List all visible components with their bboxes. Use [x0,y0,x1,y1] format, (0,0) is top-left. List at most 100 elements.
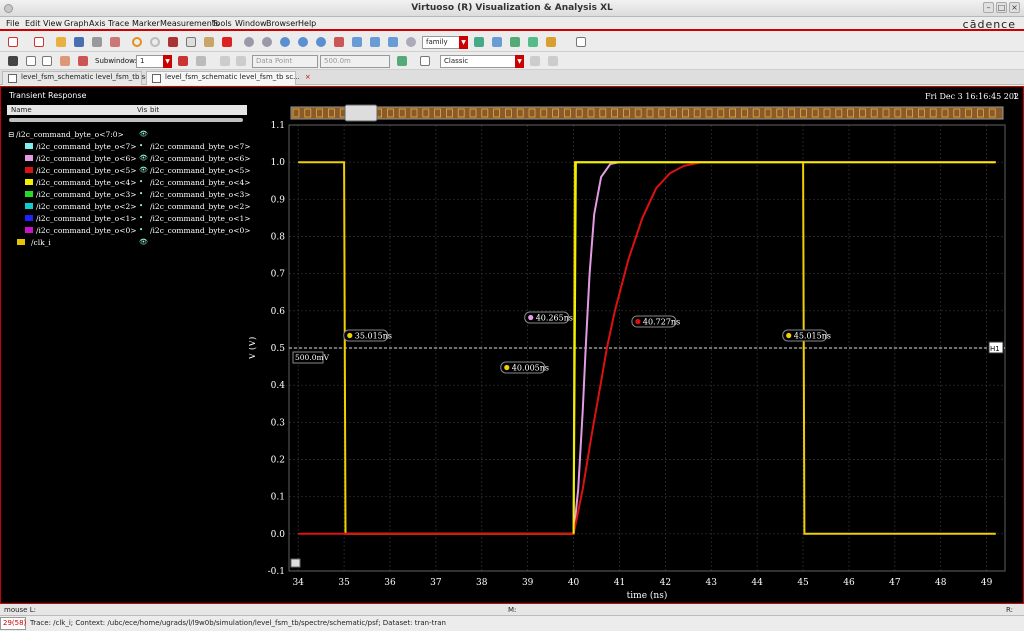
signal-row[interactable]: /i2c_command_byte_o<2> •/i2c_command_byte… [5,201,251,213]
subwindow-combo[interactable]: 1 ▼ [136,55,172,68]
family-combo[interactable]: family ▼ [422,36,468,49]
clk-name: /clk_i [31,238,51,247]
zoom-x-icon[interactable] [332,35,346,49]
copy-icon[interactable] [184,35,198,49]
save-icon[interactable] [72,35,86,49]
record-icon[interactable] [242,35,256,49]
menu-axis[interactable]: Axis [89,19,106,28]
pan-icon[interactable] [386,35,400,49]
datapoint-combo[interactable]: Data Point [252,55,318,68]
value-combo[interactable]: 500.0m [320,55,390,68]
clk-row[interactable]: /clk_i 👁 [5,237,247,249]
chevron-down-icon[interactable]: ▼ [515,55,524,68]
eye-icon[interactable]: 👁 [139,166,148,174]
style-combo[interactable]: Classic ▼ [440,55,524,68]
zoom-in-icon[interactable] [278,35,292,49]
tab-schematic-1[interactable]: level_fsm_schematic level_fsm_tb sc... [2,71,156,85]
eye-icon[interactable]: 👁 [139,238,148,246]
browser-scrollbar[interactable] [9,118,243,122]
menu-file[interactable]: File [6,19,19,28]
nav-left-icon[interactable] [218,54,232,68]
scroll-start-button[interactable] [290,558,301,568]
chevron-down-icon[interactable]: ▼ [459,36,468,49]
close-tab-icon[interactable]: × [305,73,311,81]
signal-row[interactable]: /i2c_command_byte_o<6> 👁/i2c_command_byte… [5,153,251,165]
chart-icon[interactable] [526,35,540,49]
eye-icon[interactable]: • [139,202,143,210]
layout2-icon[interactable] [76,54,90,68]
paste-icon[interactable] [202,35,216,49]
zoom-y-icon[interactable] [368,35,382,49]
eye-icon[interactable]: 👁 [139,130,148,138]
col-name[interactable]: Name [11,106,32,114]
menu-browser[interactable]: Browser [266,19,298,28]
eye-icon[interactable]: • [139,178,143,186]
eye-icon[interactable]: • [139,214,143,222]
copy-style-icon[interactable] [528,54,542,68]
print-preview-icon[interactable] [108,35,122,49]
x-tick-label: 48 [935,578,947,588]
overview-handle[interactable] [344,104,378,122]
col-bit[interactable]: bit [150,106,159,114]
zoom-out-icon[interactable] [296,35,310,49]
eye-icon[interactable]: 👁 [139,154,148,162]
signal-row[interactable]: /i2c_command_byte_o<7> •/i2c_command_byte… [5,141,251,153]
eye-icon[interactable]: • [139,142,143,150]
signal-bit: /i2c_command_byte_o<6> [150,154,251,163]
nav-right-icon[interactable] [234,54,248,68]
grid-icon[interactable] [574,35,588,49]
maximize-icon[interactable]: □ [996,2,1007,13]
tab-schematic-2[interactable]: level_fsm_schematic level_fsm_tb sc... × [146,71,311,85]
waveform-plot[interactable]: Fri Dec 3 16:16:45 20211 34 35 36 37 38 39 40 41… [249,87,1019,603]
cut-icon[interactable] [166,35,180,49]
close-icon[interactable]: × [1009,2,1020,13]
menu-trace[interactable]: Trace [108,19,129,28]
stack-icon[interactable] [490,35,504,49]
new-subwindow-icon[interactable] [32,35,46,49]
expand-icon[interactable]: ⊟ [8,130,14,139]
menu-tools[interactable]: Tools [212,19,232,28]
marker-tool-icon[interactable] [194,54,208,68]
menu-marker[interactable]: Marker [132,19,160,28]
menu-window[interactable]: Window [235,19,267,28]
overlay-icon[interactable] [508,35,522,49]
strip-icon[interactable] [472,35,486,49]
magnify-icon[interactable] [404,35,418,49]
minimize-icon[interactable]: – [983,2,994,13]
signal-row[interactable]: /i2c_command_byte_o<4> •/i2c_command_byte… [5,177,251,189]
undo-icon[interactable] [130,35,144,49]
signal-bit: /i2c_command_byte_o<7> [150,142,251,151]
signal-row[interactable]: /i2c_command_byte_o<0> •/i2c_command_byte… [5,225,251,237]
open-icon[interactable] [54,35,68,49]
circle-icon[interactable] [260,35,274,49]
zoom-box-icon[interactable] [350,35,364,49]
menu-help[interactable]: Help [298,19,316,28]
x-tick-label: 41 [614,578,625,588]
flag-icon[interactable] [176,54,190,68]
eye-icon[interactable]: • [139,226,143,234]
table-icon[interactable] [418,54,432,68]
new-window-icon[interactable] [6,35,20,49]
layout-icon[interactable] [58,54,72,68]
col-vis[interactable]: Vis [137,106,147,114]
zoom-fit-icon[interactable] [314,35,328,49]
spectrum-icon[interactable] [395,54,409,68]
bus-row[interactable]: ⊟ /i2c_command_byte_o<7:0> 👁 [5,129,247,141]
menu-edit[interactable]: Edit [25,19,41,28]
legend-icon[interactable] [544,35,558,49]
signal-row[interactable]: /i2c_command_byte_o<5> 👁/i2c_command_byte… [5,165,251,177]
cursor-icon[interactable] [40,54,54,68]
pencil-icon[interactable] [6,54,20,68]
eye-icon[interactable]: • [139,190,143,198]
menu-view[interactable]: View [43,19,62,28]
menu-graph[interactable]: Graph [64,19,89,28]
paste-style-icon[interactable] [546,54,560,68]
chevron-down-icon[interactable]: ▼ [163,55,172,68]
signal-row[interactable]: /i2c_command_byte_o<1> •/i2c_command_byte… [5,213,251,225]
menu-measurements[interactable]: Measurements [160,19,219,28]
print-icon[interactable] [90,35,104,49]
delete-icon[interactable] [220,35,234,49]
color-icon[interactable] [24,54,38,68]
redo-icon[interactable] [148,35,162,49]
signal-row[interactable]: /i2c_command_byte_o<3> •/i2c_command_byte… [5,189,251,201]
